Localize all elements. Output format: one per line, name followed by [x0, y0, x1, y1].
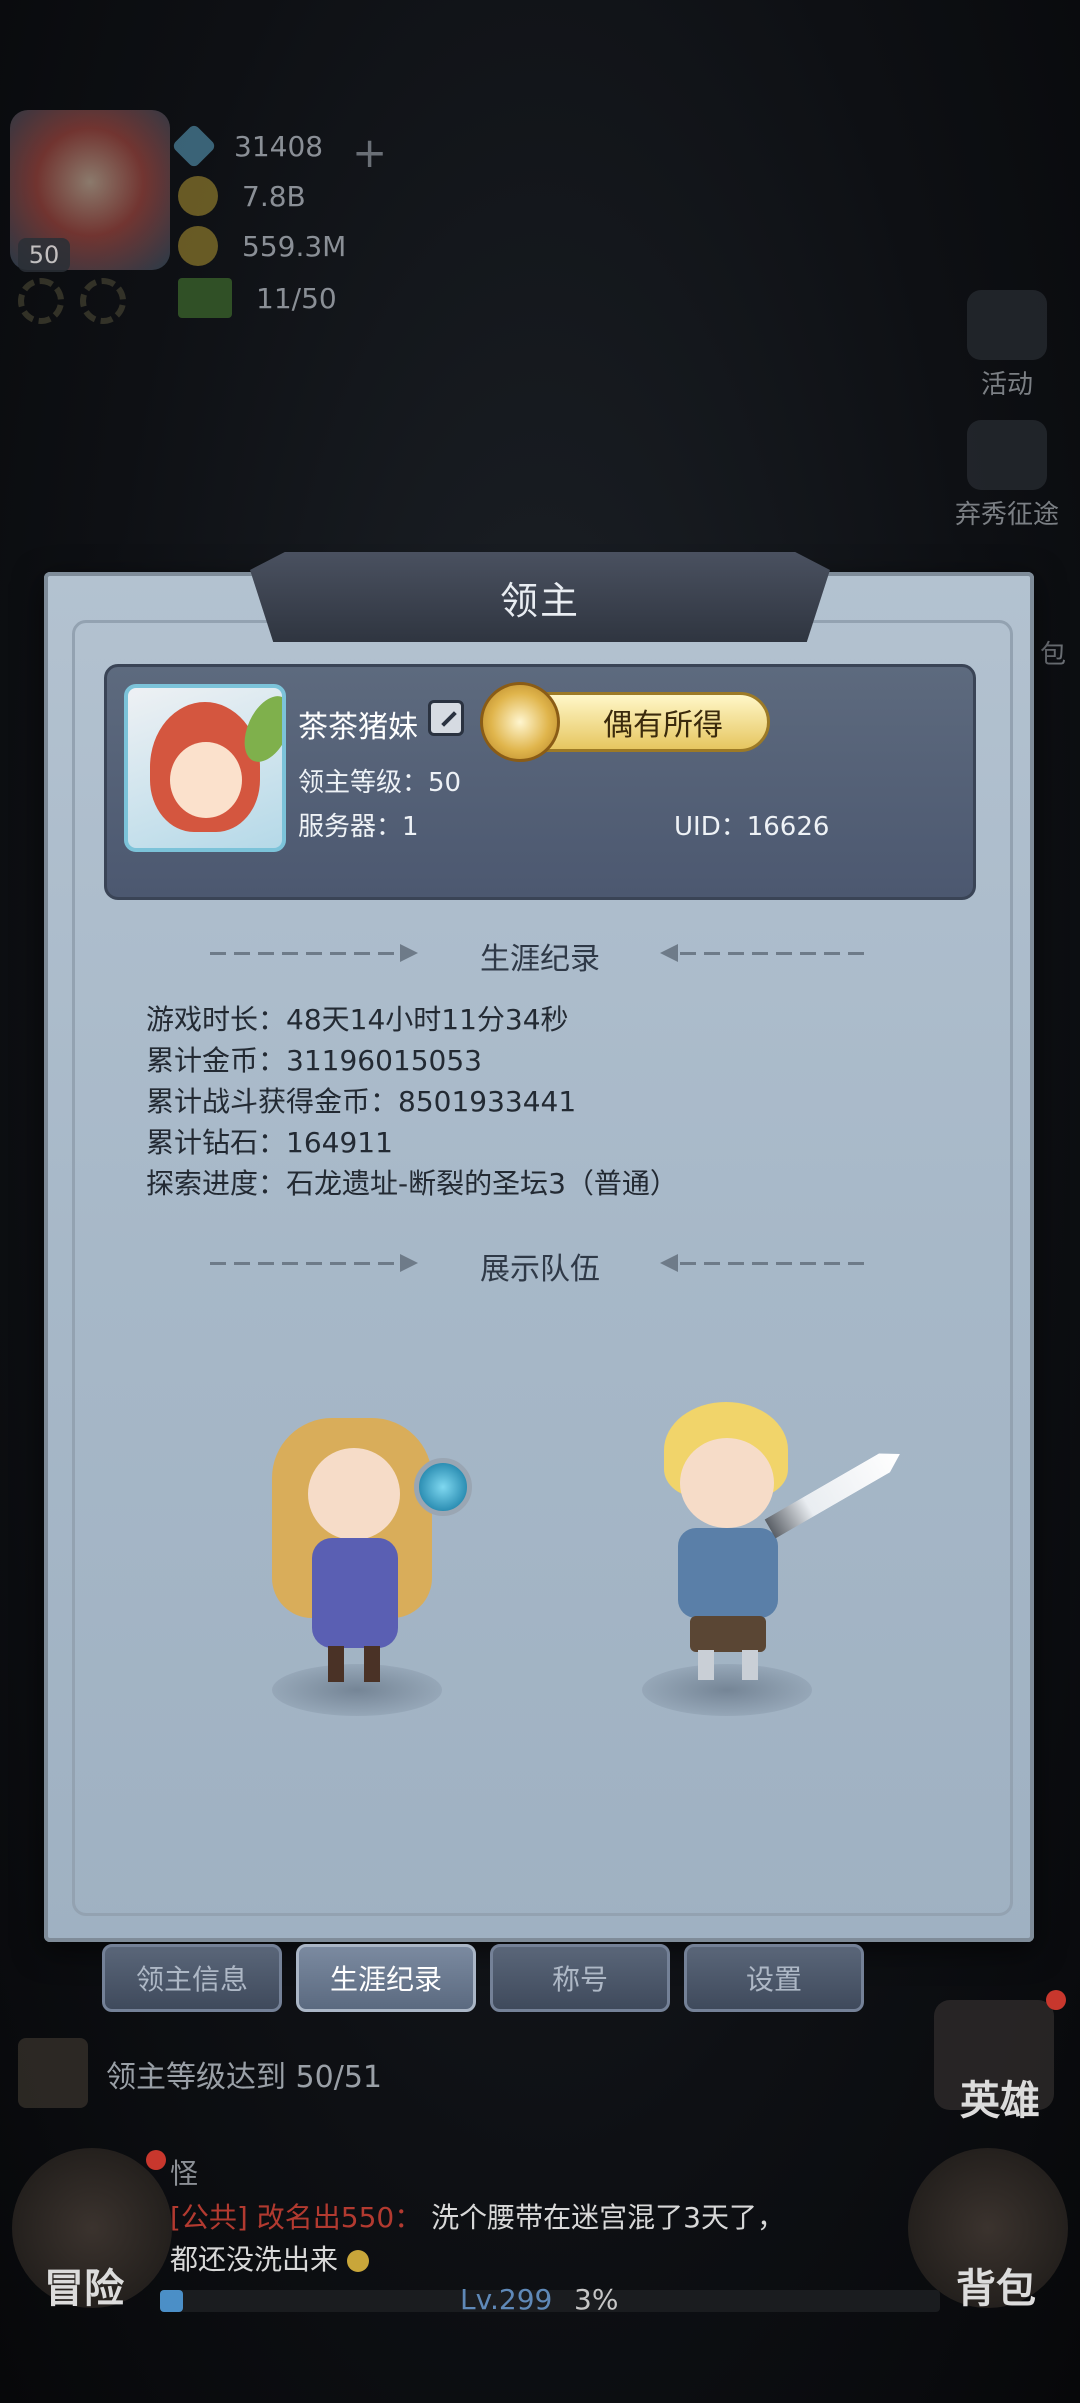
player-level-badge: 50 [18, 238, 70, 272]
backpack-button-label[interactable]: 背包 [956, 2256, 1036, 2314]
xp-level: Lv.299 [460, 2283, 553, 2316]
coin-row: 559.3M [178, 224, 346, 268]
hero-2-boot-left [698, 1650, 714, 1680]
coin-icon [178, 226, 218, 266]
activity-label: 活动 [980, 370, 1033, 400]
quest-progress[interactable]: 领主等级达到 50/51 [106, 2052, 382, 2096]
expedition-icon [967, 420, 1047, 490]
diamond-row: 31408 [171, 123, 324, 169]
stat-battle-gold: 累计战斗获得金币：8501933441 [146, 1085, 577, 1118]
hero-notification-dot [1046, 1990, 1066, 2010]
tab-lord-info[interactable]: 领主信息 [102, 1944, 282, 2012]
career-header: 生涯纪录 [480, 942, 600, 977]
stat-total-gold: 累计金币：31196015053 [146, 1044, 482, 1077]
team-divider-right-arrow [660, 1254, 678, 1272]
hero-2-pants [690, 1616, 766, 1652]
tab-settings-label: 设置 [745, 1963, 802, 1996]
gold-coin-icon [178, 176, 218, 216]
mail-gear-icon[interactable] [80, 278, 126, 324]
edit-name-icon[interactable] [428, 700, 464, 736]
hero-1-robe [312, 1538, 398, 1648]
expedition-button[interactable]: 弃秀征途 [942, 420, 1072, 531]
title-emblem-icon [480, 682, 560, 762]
diamond-count: 31408 [234, 129, 324, 163]
dialog-title: 领主 [499, 578, 580, 623]
gold-count: 7.8B [242, 179, 306, 213]
stat-diamonds: 累计钻石：164911 [146, 1126, 393, 1159]
stamina-row: 11/50 [178, 276, 337, 320]
team-divider-right [680, 1262, 870, 1265]
coin-count: 559.3M [242, 229, 347, 263]
chat-message-cont: 都还没洗出来 [170, 2243, 339, 2276]
chat-prev-fragment: 怪 [170, 2157, 199, 2190]
tab-settings[interactable]: 设置 [684, 1944, 864, 2012]
dialog-title-banner: 领主 [250, 552, 830, 642]
hero-button-label[interactable]: 英雄 [960, 2068, 1040, 2126]
tab-lord-info-label: 领主信息 [135, 1963, 248, 1996]
hero-2-face [680, 1438, 774, 1528]
team-header: 展示队伍 [480, 1252, 600, 1287]
magic-mirror-icon [414, 1458, 472, 1516]
adventure-button-label[interactable]: 冒险 [44, 2256, 124, 2314]
activity-icon [967, 290, 1047, 360]
stat-exploration: 探索进度：石龙遗址-断裂的圣坛3（普通） [146, 1167, 678, 1200]
lord-name: 茶茶猪妹 [298, 710, 418, 745]
uid-info: UID：16626 [674, 812, 830, 842]
chat-panel[interactable]: 怪 [公共] 改名出550： 洗个腰带在迷宫混了3天了， 都还没洗出来 [170, 2152, 910, 2280]
stamina-count: 11/50 [256, 281, 337, 315]
xp-percent: 3% [574, 2283, 619, 2316]
tab-titles[interactable]: 称号 [490, 1944, 670, 2012]
gold-row: 7.8B [178, 174, 306, 218]
add-diamond-icon[interactable]: + [352, 128, 387, 177]
stat-playtime: 游戏时长：48天14小时11分34秒 [146, 1003, 569, 1036]
diamond-icon [171, 123, 217, 169]
chat-channel: [公共] [170, 2201, 248, 2234]
emoji-icon [346, 2250, 369, 2272]
career-divider-right-arrow [660, 944, 678, 962]
career-divider-right [680, 952, 870, 955]
tab-titles-label: 称号 [551, 1963, 608, 1996]
hero-1-face [308, 1448, 400, 1540]
hero-swordsman[interactable] [650, 1388, 930, 1688]
title-badge-label: 偶有所得 [603, 708, 723, 743]
settings-gear-icon[interactable] [18, 278, 64, 324]
quest-scroll-icon[interactable] [18, 2038, 88, 2108]
stamina-arrow-icon [178, 278, 232, 318]
server-info: 服务器：1 [298, 812, 419, 842]
portrait-face [170, 742, 242, 818]
activity-button[interactable]: 活动 [942, 290, 1072, 401]
adventure-notification-dot [146, 2150, 166, 2170]
tab-career-record-label: 生涯纪录 [329, 1963, 442, 1996]
chat-message: 洗个腰带在迷宫混了3天了， [431, 2201, 785, 2234]
tab-career-record[interactable]: 生涯纪录 [296, 1944, 476, 2012]
hero-1-leg-left [328, 1646, 344, 1682]
hero-2-boot-right [742, 1650, 758, 1680]
expedition-label: 弃秀征途 [954, 500, 1059, 530]
lord-portrait[interactable] [124, 684, 286, 852]
experience-bar-fill [160, 2290, 184, 2312]
lord-level: 领主等级：50 [298, 768, 462, 798]
hero-2-armor [678, 1528, 778, 1618]
chat-user[interactable]: 改名出550： [257, 2201, 422, 2234]
side-bag-label: 包 [1039, 640, 1066, 670]
hero-mage-girl[interactable] [262, 1408, 482, 1688]
hero-1-leg-right [364, 1646, 380, 1682]
